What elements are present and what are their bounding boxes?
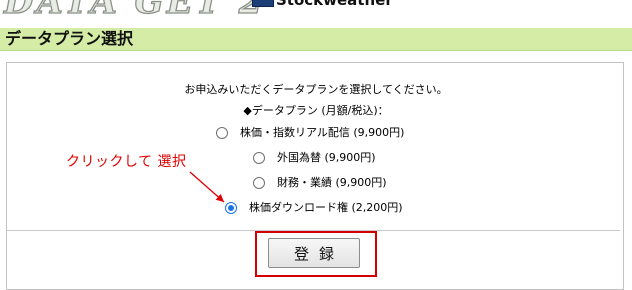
radio-realtime[interactable]	[216, 127, 228, 139]
register-button[interactable]: 登録	[268, 238, 360, 268]
plan-option-label: 外国為替 (9,900円)	[277, 151, 376, 164]
section-title: データプラン選択	[5, 29, 134, 48]
plan-heading: ◆データプラン (月額/税込)：	[243, 104, 389, 117]
radio-financial[interactable]	[253, 177, 265, 189]
plan-option-label: 株価・指数リアル配信 (9,900円)	[240, 126, 405, 139]
section-header-bar: データプラン選択	[0, 28, 632, 51]
stockweather-brand: Stockweather	[276, 0, 393, 9]
plan-option-financial[interactable]: 財務・業績 (9,900円)	[253, 176, 387, 190]
plan-option-download[interactable]: 株価ダウンロード権 (2,200円)	[225, 201, 403, 215]
plan-option-realtime[interactable]: 株価・指数リアル配信 (9,900円)	[216, 126, 404, 140]
plan-option-forex[interactable]: 外国為替 (9,900円)	[253, 151, 376, 165]
plan-option-label: 株価ダウンロード権 (2,200円)	[249, 201, 403, 214]
click-to-select-annotation: クリックして 選択	[66, 154, 187, 170]
data-get-logo: DATA GET 2	[3, 0, 266, 23]
page-header: DATA GET 2 Stockweather	[0, 0, 632, 26]
radio-forex[interactable]	[253, 152, 265, 164]
plan-option-label: 財務・業績 (9,900円)	[277, 176, 387, 189]
radio-download-selected[interactable]	[225, 202, 237, 214]
stockweather-logo-icon	[252, 0, 274, 7]
instruction-text: お申込みいただくデータプランを選択してください。	[184, 83, 448, 96]
